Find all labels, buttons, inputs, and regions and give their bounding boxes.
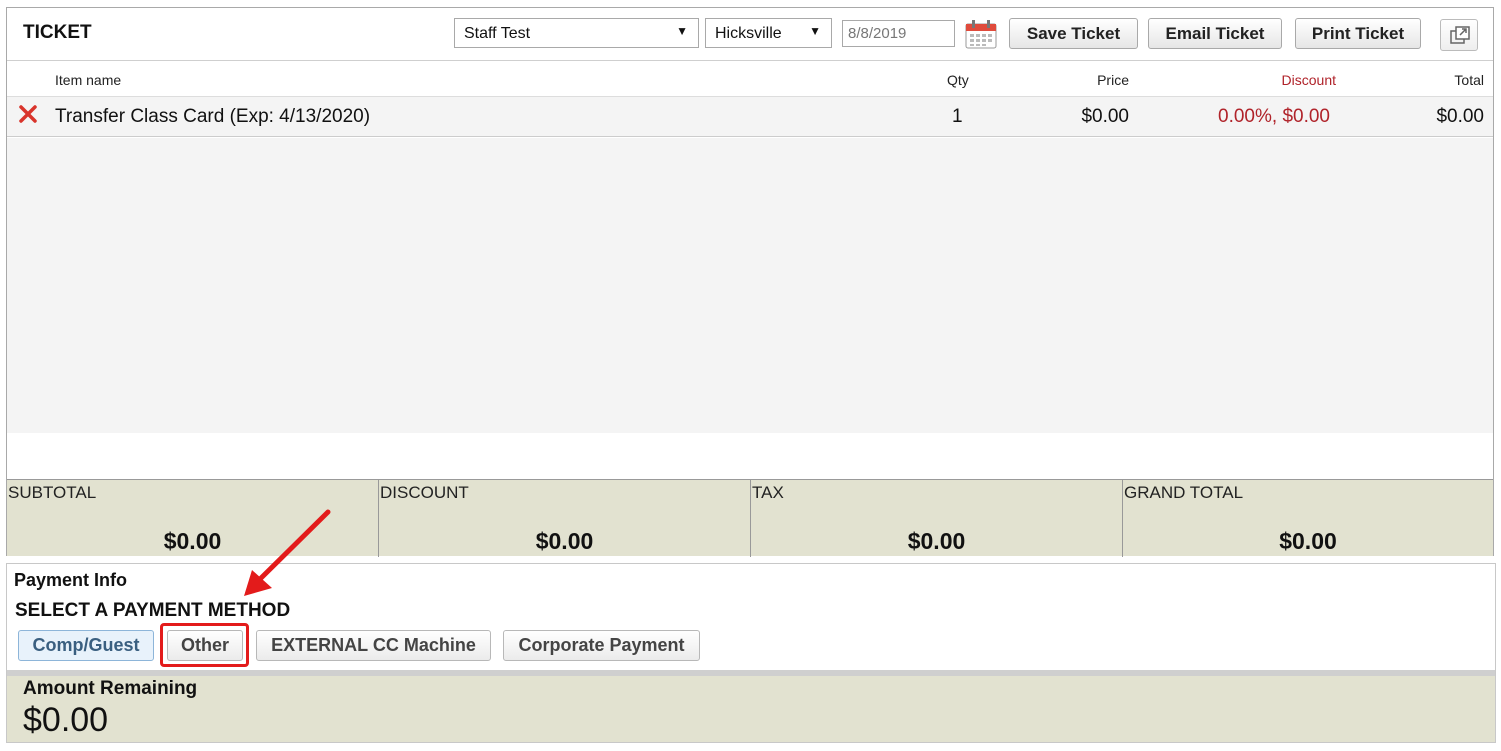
grand-total-value: $0.00 (1279, 528, 1337, 554)
corporate-payment-button[interactable]: Corporate Payment (503, 630, 700, 661)
popout-button[interactable] (1440, 19, 1478, 51)
item-price[interactable]: $0.00 (1081, 106, 1129, 128)
save-ticket-button[interactable]: Save Ticket (1009, 18, 1138, 49)
comp-guest-button[interactable]: Comp/Guest (18, 630, 154, 661)
date-input[interactable] (842, 20, 955, 47)
tax-cell: TAX $0.00 (751, 480, 1123, 557)
items-empty-area (7, 138, 1493, 433)
dropdown-arrow-icon: ▼ (676, 24, 688, 38)
staff-select[interactable]: Staff Test ▼ (454, 18, 699, 48)
amount-remaining-label: Amount Remaining (23, 678, 198, 699)
discount-value: $0.00 (535, 528, 594, 554)
annotation-arrow-icon (244, 509, 331, 596)
email-ticket-button[interactable]: Email Ticket (1148, 18, 1282, 49)
print-ticket-button[interactable]: Print Ticket (1295, 18, 1421, 49)
ticket-panel: TICKET Staff Test ▼ Hicksville ▼ Sa (6, 7, 1494, 557)
subtotal-label: SUBTOTAL (8, 483, 97, 502)
col-total: Total (1454, 72, 1484, 88)
payment-info-label: Payment Info (14, 570, 128, 590)
grand-total-cell: GRAND TOTAL $0.00 (1123, 480, 1493, 557)
ticket-header: TICKET Staff Test ▼ Hicksville ▼ Sa (7, 8, 1493, 61)
external-cc-machine-button[interactable]: EXTERNAL CC Machine (256, 630, 491, 661)
staff-select-value: Staff Test (464, 25, 531, 42)
grand-total-label: GRAND TOTAL (1124, 483, 1244, 502)
ticket-title: TICKET (23, 22, 92, 43)
tax-label: TAX (752, 483, 784, 502)
tax-value: $0.00 (907, 528, 966, 554)
item-qty[interactable]: 1 (952, 106, 963, 128)
location-select[interactable]: Hicksville ▼ (705, 18, 832, 48)
item-discount[interactable]: 0.00%, $0.00 (1218, 106, 1330, 128)
item-name: Transfer Class Card (Exp: 4/13/2020) (55, 106, 371, 127)
discount-cell: DISCOUNT $0.00 (379, 480, 751, 557)
col-discount: Discount (1281, 72, 1336, 88)
remove-item-button[interactable] (18, 104, 38, 130)
col-item-name: Item name (55, 72, 122, 88)
item-total: $0.00 (1436, 106, 1484, 127)
discount-label: DISCOUNT (380, 483, 469, 502)
location-select-value: Hicksville (715, 25, 782, 42)
amount-remaining-area: Amount Remaining $0.00 (7, 676, 1495, 742)
dropdown-arrow-icon: ▼ (809, 24, 821, 38)
popout-icon (1450, 26, 1470, 44)
remove-icon (19, 105, 37, 123)
amount-remaining-value: $0.00 (23, 701, 109, 739)
other-button[interactable]: Other (167, 630, 243, 661)
table-row: Transfer Class Card (Exp: 4/13/2020) 1 $… (7, 96, 1493, 137)
calendar-icon[interactable] (964, 19, 998, 49)
column-header-row: Item name Qty Price Discount Total (7, 62, 1493, 96)
col-price: Price (1097, 72, 1129, 88)
col-qty: Qty (947, 72, 969, 88)
